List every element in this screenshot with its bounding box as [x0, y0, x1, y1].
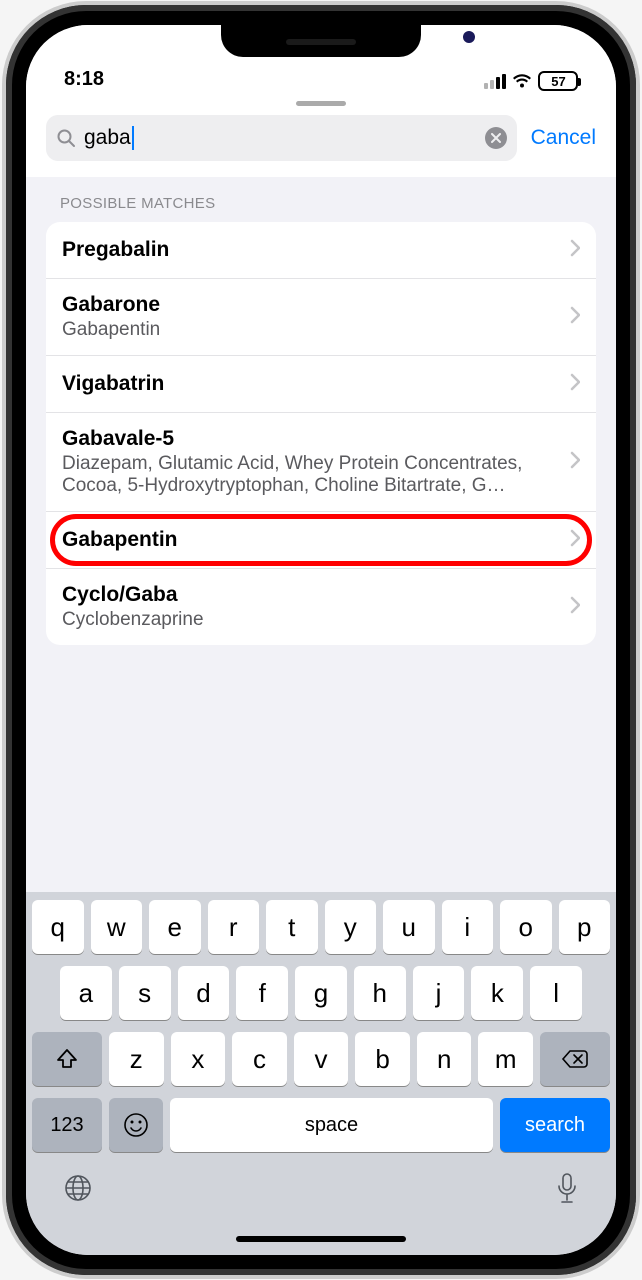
- result-item[interactable]: Gabapentin: [46, 511, 596, 568]
- key-v[interactable]: v: [294, 1032, 349, 1086]
- key-l[interactable]: l: [530, 966, 582, 1020]
- text-cursor: [132, 126, 134, 150]
- key-y[interactable]: y: [325, 900, 377, 954]
- keyboard-footer: [32, 1164, 610, 1215]
- key-k[interactable]: k: [471, 966, 523, 1020]
- key-j[interactable]: j: [413, 966, 465, 1020]
- result-subtitle: Diazepam, Glutamic Acid, Whey Protein Co…: [62, 453, 570, 497]
- result-title: Cyclo/Gaba: [62, 583, 570, 607]
- notch: [221, 25, 421, 57]
- keyboard-row-3: zxcvbnm: [32, 1032, 610, 1086]
- search-row: gaba Cancel: [26, 111, 616, 177]
- result-subtitle: Cyclobenzaprine: [62, 609, 570, 631]
- chevron-right-icon: [570, 593, 580, 621]
- clear-search-button[interactable]: [485, 127, 507, 149]
- key-p[interactable]: p: [559, 900, 611, 954]
- result-item[interactable]: Pregabalin: [46, 222, 596, 278]
- key-h[interactable]: h: [354, 966, 406, 1020]
- keyboard: qwertyuiop asdfghjkl zxcvbnm 123 space s…: [26, 892, 616, 1223]
- key-w[interactable]: w: [91, 900, 143, 954]
- backspace-key[interactable]: [540, 1032, 610, 1086]
- key-e[interactable]: e: [149, 900, 201, 954]
- chevron-right-icon: [570, 236, 580, 264]
- chevron-right-icon: [570, 303, 580, 331]
- key-m[interactable]: m: [478, 1032, 533, 1086]
- key-a[interactable]: a: [60, 966, 112, 1020]
- result-item[interactable]: Cyclo/GabaCyclobenzaprine: [46, 568, 596, 645]
- keyboard-row-1: qwertyuiop: [32, 900, 610, 954]
- chevron-right-icon: [570, 526, 580, 554]
- result-title: Gabapentin: [62, 528, 570, 552]
- status-time: 8:18: [64, 68, 104, 91]
- result-item[interactable]: Vigabatrin: [46, 355, 596, 412]
- result-title: Gabarone: [62, 293, 570, 317]
- key-b[interactable]: b: [355, 1032, 410, 1086]
- result-item[interactable]: GabaroneGabapentin: [46, 278, 596, 355]
- key-r[interactable]: r: [208, 900, 260, 954]
- emoji-key[interactable]: [109, 1098, 163, 1152]
- space-key[interactable]: space: [170, 1098, 493, 1152]
- wifi-icon: [512, 74, 532, 89]
- search-input[interactable]: gaba: [46, 115, 517, 161]
- battery-indicator: 57: [538, 71, 578, 91]
- result-title: Gabavale-5: [62, 427, 570, 451]
- numbers-key[interactable]: 123: [32, 1098, 102, 1152]
- result-item[interactable]: Gabavale-5Diazepam, Glutamic Acid, Whey …: [46, 412, 596, 511]
- result-title: Pregabalin: [62, 238, 570, 262]
- status-indicators: 57: [484, 71, 578, 91]
- key-o[interactable]: o: [500, 900, 552, 954]
- key-x[interactable]: x: [171, 1032, 226, 1086]
- search-icon: [56, 128, 76, 148]
- screen: 8:18 57 gaba Canc: [26, 25, 616, 1255]
- chevron-right-icon: [570, 448, 580, 476]
- key-s[interactable]: s: [119, 966, 171, 1020]
- key-q[interactable]: q: [32, 900, 84, 954]
- results-list: PregabalinGabaroneGabapentinVigabatrinGa…: [46, 222, 596, 645]
- key-c[interactable]: c: [232, 1032, 287, 1086]
- result-title: Vigabatrin: [62, 372, 570, 396]
- results-area: POSSIBLE MATCHES PregabalinGabaroneGabap…: [26, 177, 616, 892]
- search-key[interactable]: search: [500, 1098, 610, 1152]
- home-indicator[interactable]: [26, 1223, 616, 1255]
- search-value: gaba: [84, 126, 477, 150]
- keyboard-row-2: asdfghjkl: [32, 966, 610, 1020]
- shift-key[interactable]: [32, 1032, 102, 1086]
- key-d[interactable]: d: [178, 966, 230, 1020]
- dictation-icon[interactable]: [554, 1172, 580, 1211]
- key-u[interactable]: u: [383, 900, 435, 954]
- key-f[interactable]: f: [236, 966, 288, 1020]
- sheet-grabber[interactable]: [26, 97, 616, 111]
- chevron-right-icon: [570, 370, 580, 398]
- phone-frame: 8:18 57 gaba Canc: [6, 5, 636, 1275]
- key-t[interactable]: t: [266, 900, 318, 954]
- result-subtitle: Gabapentin: [62, 319, 570, 341]
- key-z[interactable]: z: [109, 1032, 164, 1086]
- cancel-button[interactable]: Cancel: [531, 126, 596, 150]
- key-i[interactable]: i: [442, 900, 494, 954]
- cellular-signal-icon: [484, 74, 506, 89]
- globe-icon[interactable]: [62, 1172, 94, 1211]
- key-g[interactable]: g: [295, 966, 347, 1020]
- keyboard-row-bottom: 123 space search: [32, 1098, 610, 1152]
- section-header: POSSIBLE MATCHES: [46, 177, 596, 222]
- key-n[interactable]: n: [417, 1032, 472, 1086]
